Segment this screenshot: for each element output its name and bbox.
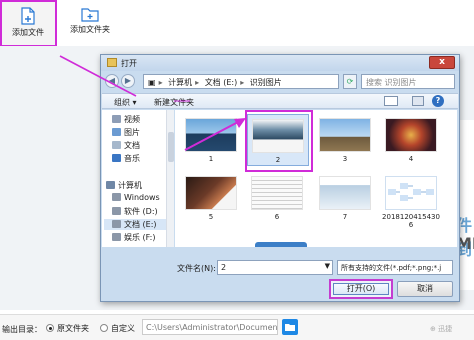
nav-item-windows[interactable]: Windows <box>112 193 160 204</box>
video-icon <box>112 115 121 123</box>
folder-icon <box>285 324 295 331</box>
output-path-value: C:\Users\Administrator\Documents <box>146 323 278 332</box>
breadcrumb-folder[interactable]: 识别图片 <box>250 78 282 87</box>
refresh-button[interactable]: ⟳ <box>343 74 357 89</box>
nav-item-music[interactable]: 音乐 <box>112 153 140 164</box>
breadcrumb-computer[interactable]: 计算机 <box>168 78 192 87</box>
flowchart-preview <box>388 183 434 201</box>
selected-file-highlight <box>245 110 313 172</box>
browse-folder-button[interactable] <box>282 319 298 335</box>
picture-icon <box>112 128 121 136</box>
forward-button[interactable]: ▶ <box>121 74 135 88</box>
filename-label: 文件名(N): <box>177 264 216 273</box>
drive-icon <box>112 193 121 201</box>
add-file-highlight <box>0 0 57 47</box>
file-caption: 7 <box>342 213 348 221</box>
radio-custom[interactable] <box>100 324 108 332</box>
option-custom[interactable]: 自定义 <box>111 323 135 334</box>
address-bar[interactable]: ▣ ▸ 计算机 ▸ 文档 (E:) ▸ 识别图片 <box>143 74 339 89</box>
open-button-label: 打开(O) <box>333 283 389 295</box>
nav-item-pictures[interactable]: 图片 <box>112 127 140 138</box>
computer-icon <box>106 181 115 189</box>
new-folder-button[interactable]: 新建文件夹 <box>154 97 194 108</box>
add-folder-button[interactable]: 添加文件夹 <box>62 0 118 46</box>
open-button[interactable]: 打开(O) <box>329 279 393 299</box>
file-type-value: 所有支持的文件(*.pdf;*.png;*.j <box>341 264 442 272</box>
file-caption: 4 <box>408 155 414 163</box>
add-folder-icon <box>81 8 99 22</box>
image-thumbnail-icon <box>185 118 237 152</box>
cancel-button[interactable]: 取消 <box>397 281 453 297</box>
navigation-pane: 视频 图片 文档 音乐 计算机 Windows 软件 (D:) 文档 (E:) … <box>102 110 174 247</box>
add-folder-label: 添加文件夹 <box>70 25 110 34</box>
nav-label: 计算机 <box>118 181 142 190</box>
output-path-input[interactable]: C:\Users\Administrator\Documents <box>142 319 278 335</box>
help-icon[interactable]: ? <box>432 95 444 107</box>
nav-item-drive-d[interactable]: 软件 (D:) <box>112 206 158 217</box>
document-icon <box>112 141 121 149</box>
filename-row: 文件名(N): 2 ▼ 所有支持的文件(*.pdf;*.png;*.j <box>101 259 459 277</box>
address-folder-icon: ▣ <box>148 78 156 87</box>
folder-icon <box>107 58 117 67</box>
preview-pane-icon[interactable] <box>412 96 424 106</box>
option-original-folder[interactable]: 原文件夹 <box>57 323 89 334</box>
radio-original-folder[interactable] <box>46 324 54 332</box>
nav-label: 娱乐 (F:) <box>124 233 156 242</box>
drive-icon <box>112 220 121 228</box>
drive-icon <box>112 207 121 215</box>
dialog-titlebar: 打开 x <box>101 55 459 71</box>
nav-item-videos[interactable]: 视频 <box>112 114 140 125</box>
nav-scrollbar[interactable] <box>166 110 174 247</box>
close-button[interactable]: x <box>429 56 455 69</box>
file-thumbnail-partial[interactable] <box>255 242 307 247</box>
nav-item-drive-f[interactable]: 娱乐 (F:) <box>112 232 155 243</box>
nav-label: 文档 (E:) <box>124 220 157 229</box>
dialog-title: 打开 <box>121 59 137 68</box>
nav-label: 图片 <box>124 128 140 137</box>
image-thumbnail-icon <box>319 118 371 152</box>
breadcrumb-drive-e[interactable]: 文档 (E:) <box>205 78 238 87</box>
nav-label: 音乐 <box>124 154 140 163</box>
nav-label: 视频 <box>124 115 140 124</box>
watermark: ⊕ 迅捷 <box>430 325 453 333</box>
nav-label: 软件 (D:) <box>124 207 158 216</box>
filename-value: 2 <box>221 263 227 272</box>
nav-item-documents[interactable]: 文档 <box>112 140 140 151</box>
file-thumbnail-grid: 1 2 3 4 5 6 7 2018120415430 6 <box>175 110 457 247</box>
file-caption: 2018120415430 6 <box>382 213 440 229</box>
app-toolbar: 添加文件 添加文件夹 <box>0 0 474 46</box>
music-icon <box>112 154 121 162</box>
navigation-row: ◀ ▶ ▣ ▸ 计算机 ▸ 文档 (E:) ▸ 识别图片 ⟳ 搜索 识别图片 <box>105 73 455 91</box>
search-placeholder: 搜索 识别图片 <box>366 78 417 87</box>
file-caption: 5 <box>208 213 214 221</box>
nav-label: Windows <box>124 193 160 202</box>
image-thumbnail-icon <box>319 176 371 210</box>
file-type-filter[interactable]: 所有支持的文件(*.pdf;*.png;*.j <box>337 260 453 275</box>
nav-scroll-thumb[interactable] <box>168 132 174 162</box>
nav-item-drive-e[interactable]: 文档 (E:) <box>104 219 166 230</box>
file-caption: 3 <box>342 155 348 163</box>
search-input[interactable]: 搜索 识别图片 <box>361 74 455 89</box>
filename-input[interactable]: 2 ▼ <box>217 260 333 275</box>
nav-label: 文档 <box>124 141 140 150</box>
image-thumbnail-icon <box>385 176 437 210</box>
image-thumbnail-icon <box>251 176 303 210</box>
drive-icon <box>112 233 121 241</box>
file-caption: 1 <box>208 155 214 163</box>
view-mode-icon[interactable] <box>384 96 398 106</box>
image-thumbnail-icon <box>385 118 437 152</box>
output-label: 输出目录： <box>2 325 42 334</box>
open-file-dialog: 打开 x ◀ ▶ ▣ ▸ 计算机 ▸ 文档 (E:) ▸ 识别图片 ⟳ 搜索 识别图片… <box>100 54 460 302</box>
image-thumbnail-icon <box>185 176 237 210</box>
chevron-down-icon[interactable]: ▼ <box>325 262 330 270</box>
organize-button[interactable]: 组织 ▾ <box>114 97 137 108</box>
file-caption: 6 <box>274 213 280 221</box>
command-bar: 组织 ▾ 新建文件夹 ? <box>102 93 458 109</box>
nav-item-computer[interactable]: 计算机 <box>106 180 142 191</box>
output-directory-bar: 输出目录： 原文件夹 自定义 C:\Users\Administrator\Do… <box>0 314 474 340</box>
dialog-buttons: 打开(O) 取消 <box>101 278 459 300</box>
back-button[interactable]: ◀ <box>105 74 119 88</box>
